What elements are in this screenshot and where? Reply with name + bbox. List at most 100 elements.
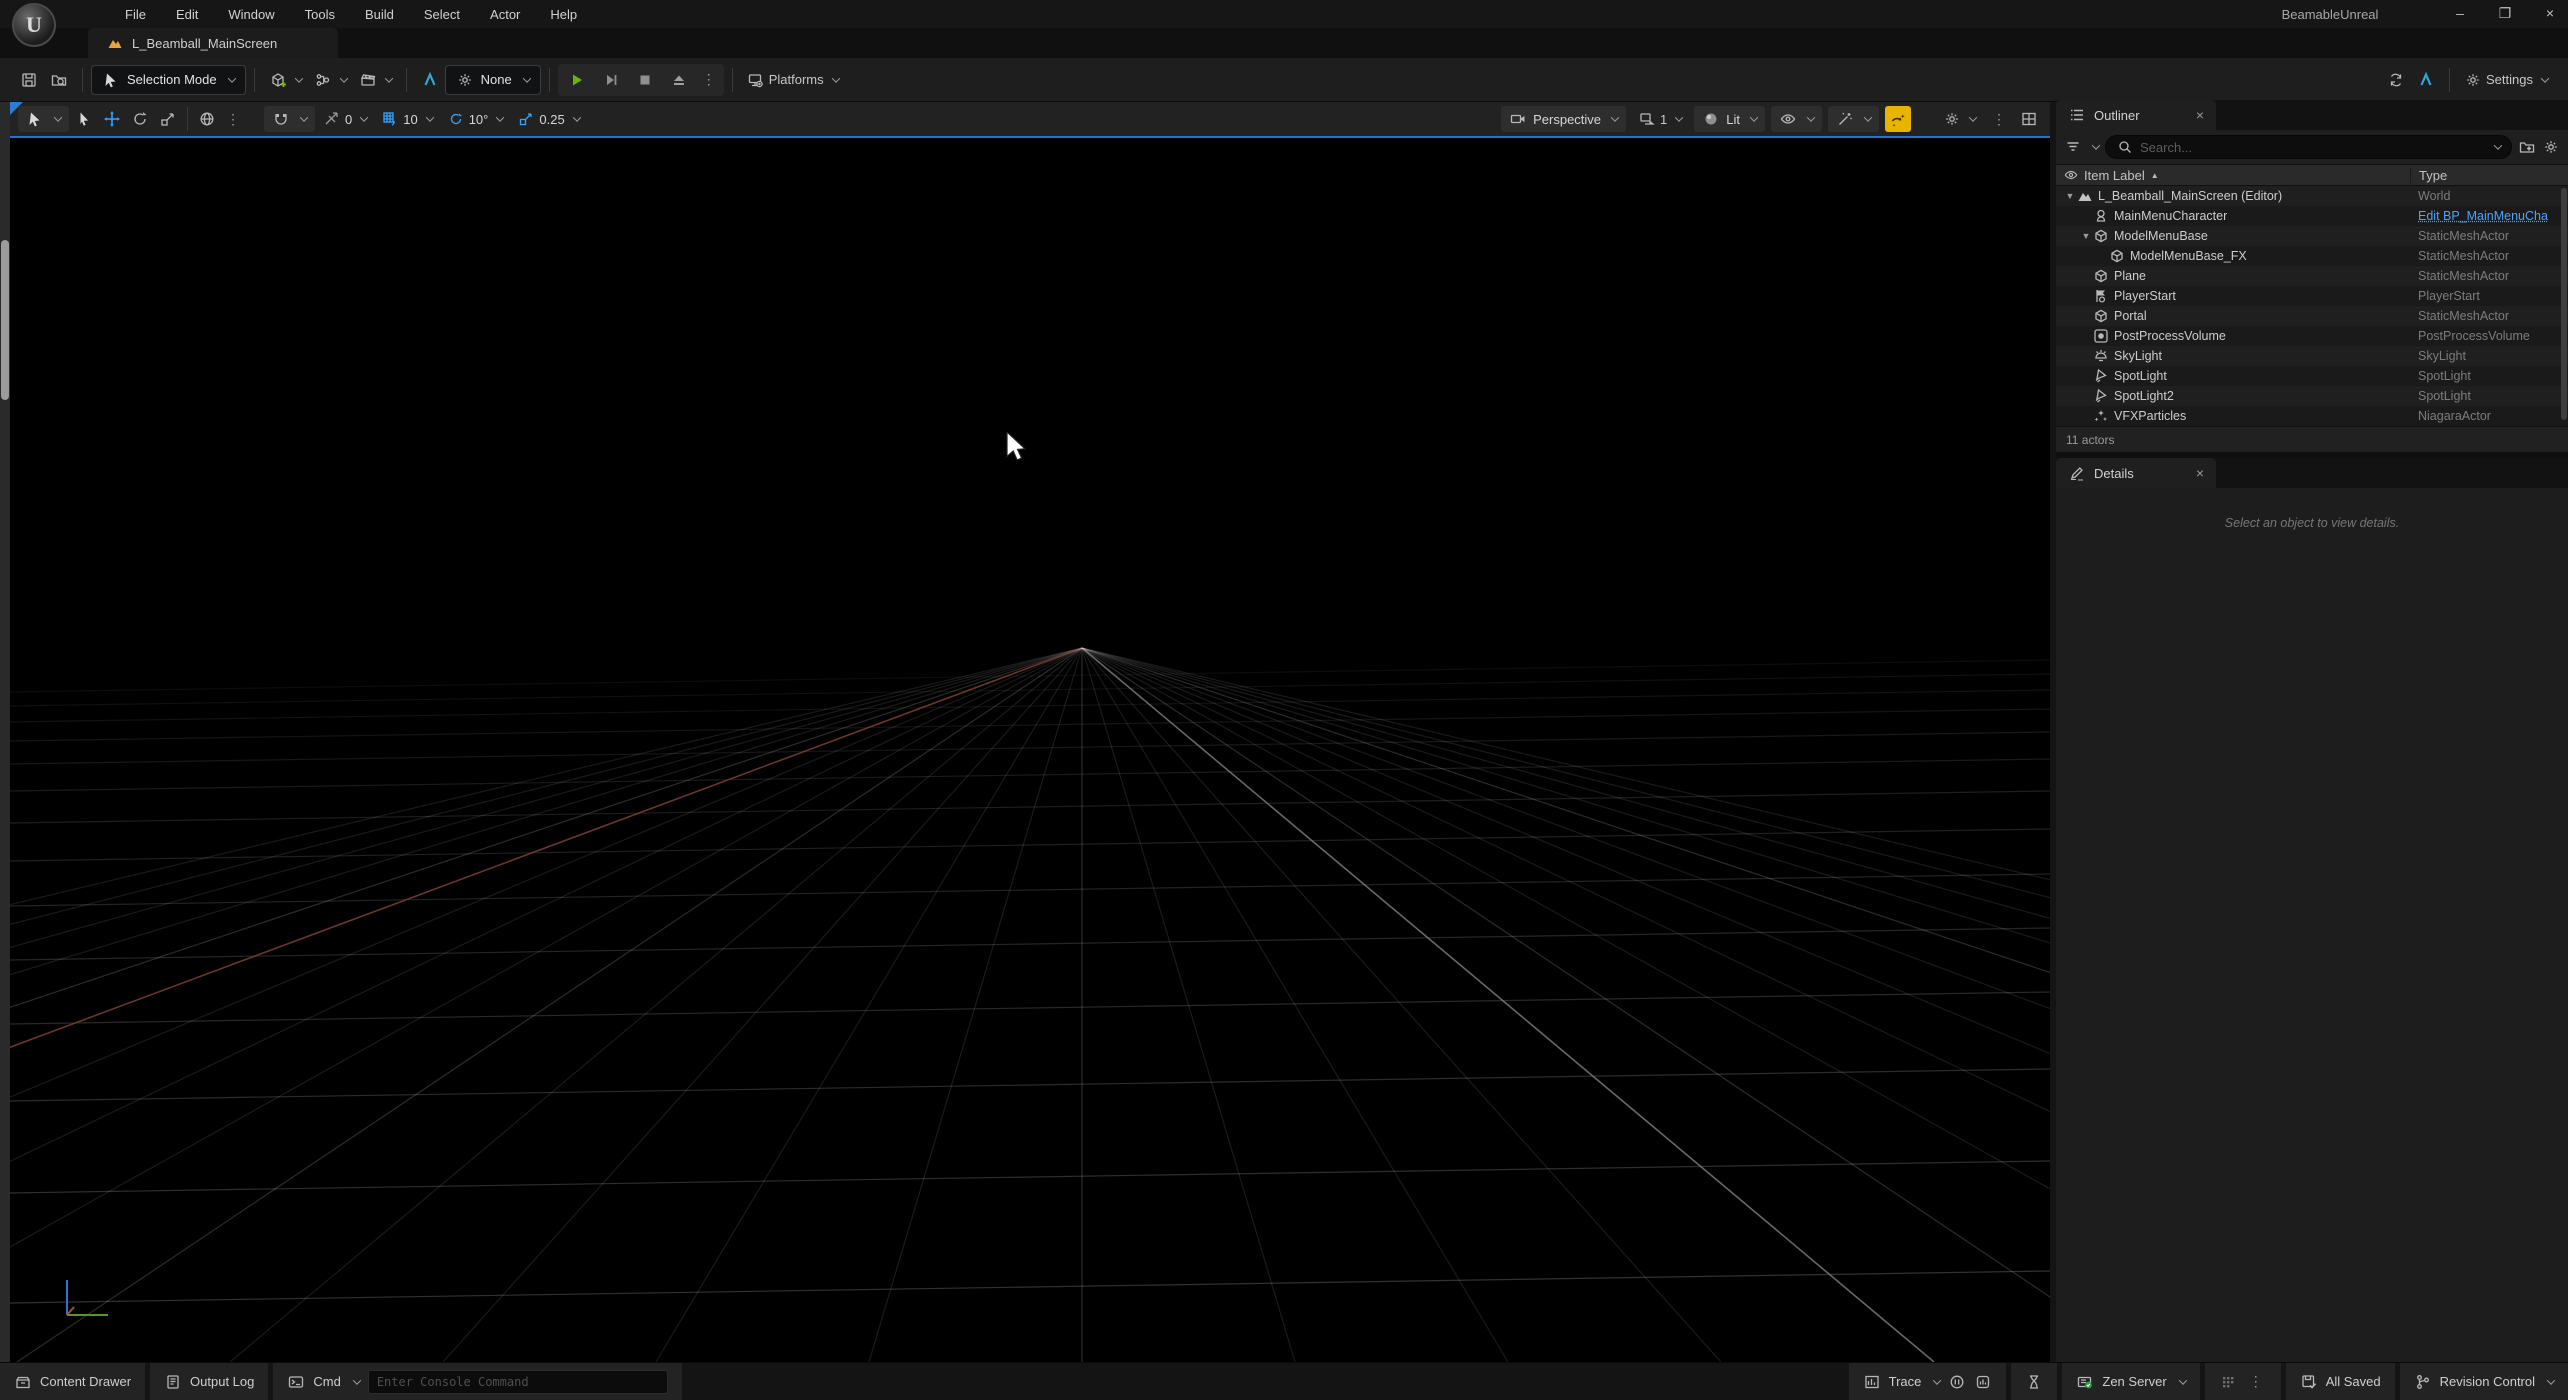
chevron-down-icon[interactable] — [353, 1376, 361, 1384]
close-icon[interactable]: × — [2182, 107, 2204, 123]
move-tool-icon — [103, 110, 121, 128]
content-drawer-button[interactable]: Content Drawer — [0, 1363, 145, 1400]
surface-snap-dropdown[interactable]: 0 — [317, 104, 373, 134]
menu-file[interactable]: File — [112, 0, 159, 28]
menu-actor[interactable]: Actor — [477, 0, 533, 28]
profiler-snapshot-icon[interactable] — [1974, 1373, 1992, 1391]
eject-button[interactable] — [664, 67, 694, 93]
menu-tools[interactable]: Tools — [292, 0, 348, 28]
filter-icon[interactable] — [2064, 138, 2082, 156]
wand-dropdown[interactable] — [1828, 106, 1879, 132]
menu-window[interactable]: Window — [215, 0, 287, 28]
add-actor-button[interactable] — [263, 65, 308, 95]
zen-server-dropdown[interactable]: Zen Server — [2062, 1363, 2199, 1400]
chevron-down-icon[interactable] — [2494, 141, 2502, 149]
tab-details[interactable]: Details × — [2056, 458, 2216, 488]
derived-data-icon[interactable] — [2219, 1373, 2237, 1391]
expander-open-icon[interactable]: ▼ — [2064, 191, 2076, 201]
stop-button[interactable] — [630, 67, 660, 93]
rotation-snap-dropdown[interactable]: 10° — [441, 104, 510, 134]
console-command-input[interactable]: Enter Console Command — [368, 1370, 668, 1394]
actor-type: World — [2418, 189, 2562, 203]
expander-open-icon[interactable]: ▼ — [2080, 231, 2092, 241]
settings-dropdown[interactable]: Settings — [2458, 65, 2554, 95]
restore-button[interactable]: ❐ — [2485, 0, 2525, 26]
selection-mode-dropdown[interactable]: Selection Mode — [91, 65, 246, 95]
select-tool-button[interactable] — [71, 106, 97, 132]
output-log-button[interactable]: Output Log — [150, 1363, 268, 1400]
outliner-row[interactable]: SpotLightSpotLight — [2056, 366, 2568, 386]
transform-options-button[interactable]: ⋮ — [222, 111, 244, 128]
beamable-button[interactable] — [415, 65, 445, 95]
outliner-settings-icon[interactable] — [2542, 138, 2560, 156]
trace-dropdown[interactable]: Trace — [1849, 1363, 2007, 1400]
outliner-row[interactable]: ▼L_Beamball_MainScreen (Editor)World — [2056, 186, 2568, 206]
minimize-button[interactable]: – — [2440, 0, 2480, 26]
cmd-dropdown[interactable]: Cmd — [313, 1374, 340, 1389]
derived-data-options-button[interactable]: ⋮ — [2245, 1373, 2267, 1390]
show-flags-dropdown[interactable] — [1771, 106, 1822, 132]
frame-skip-button[interactable] — [596, 67, 626, 93]
tab-outliner[interactable]: Outliner × — [2056, 100, 2216, 130]
revision-control-dropdown[interactable]: Revision Control — [2400, 1363, 2568, 1400]
outliner-row[interactable]: SpotLight2SpotLight — [2056, 386, 2568, 406]
outliner-row[interactable]: MainMenuCharacterEdit BP_MainMenuCha — [2056, 206, 2568, 226]
blueprints-button[interactable] — [308, 65, 353, 95]
create-folder-icon[interactable] — [2518, 138, 2536, 156]
scale-tool-button[interactable] — [155, 106, 181, 132]
scale-snap-dropdown[interactable]: 0.25 — [511, 104, 585, 134]
sync-button[interactable] — [2381, 65, 2411, 95]
outliner-row[interactable]: ▼ModelMenuBaseStaticMeshActor — [2056, 226, 2568, 246]
content-browser-button[interactable] — [44, 65, 74, 95]
realtime-toggle-button[interactable] — [1885, 106, 1911, 132]
play-options-button[interactable]: ⋮ — [698, 71, 720, 88]
background-tasks-button[interactable] — [2011, 1363, 2057, 1400]
menu-help[interactable]: Help — [537, 0, 590, 28]
outliner-row[interactable]: VFXParticlesNiagaraActor — [2056, 406, 2568, 426]
column-type[interactable]: Type — [2410, 168, 2568, 183]
close-icon[interactable]: × — [2182, 465, 2204, 481]
column-item-label[interactable]: Item Label ▲ — [2056, 166, 2410, 184]
search-input[interactable]: Search... — [2105, 135, 2512, 159]
outliner-row[interactable]: PostProcessVolumePostProcessVolume — [2056, 326, 2568, 346]
cinematics-button[interactable] — [353, 65, 398, 95]
outliner-row[interactable]: PortalStaticMeshActor — [2056, 306, 2568, 326]
viewport-left-scrollbar[interactable] — [0, 102, 10, 1362]
save-status-button[interactable]: All Saved — [2286, 1363, 2395, 1400]
viewport-mode-dropdown[interactable] — [18, 106, 69, 132]
perspective-dropdown[interactable]: Perspective — [1501, 106, 1626, 132]
outliner-scrollbar[interactable] — [2561, 188, 2567, 420]
play-button[interactable] — [562, 67, 592, 93]
menu-build[interactable]: Build — [352, 0, 407, 28]
viewport-options-button[interactable]: ⋮ — [1988, 111, 2010, 128]
grid-snap-dropdown[interactable]: 10 — [375, 104, 438, 134]
platforms-dropdown[interactable]: Platforms — [741, 65, 845, 95]
move-tool-button[interactable] — [99, 106, 125, 132]
snap-rotation-mode-dropdown[interactable] — [264, 106, 315, 132]
beamable-target-dropdown[interactable]: None — [445, 65, 541, 95]
quad-view-button[interactable] — [2016, 106, 2042, 132]
screen-percentage-dropdown[interactable]: 1 — [1632, 104, 1688, 134]
close-button[interactable]: × — [2530, 0, 2568, 26]
actor-type: NiagaraActor — [2418, 409, 2562, 423]
beamable-portal-button[interactable] — [2411, 65, 2441, 95]
edit-blueprint-link[interactable]: Edit BP_MainMenuCha — [2418, 209, 2562, 223]
level-viewport[interactable] — [10, 138, 2050, 1362]
outliner-row[interactable]: PlayerStartPlayerStart — [2056, 286, 2568, 306]
menu-select[interactable]: Select — [411, 0, 473, 28]
scrollbar-handle[interactable] — [1, 240, 9, 400]
outliner-row[interactable]: ModelMenuBase_FXStaticMeshActor — [2056, 246, 2568, 266]
world-coordinate-button[interactable] — [194, 106, 220, 132]
snap-rotation-icon — [272, 110, 290, 128]
outliner-row[interactable]: PlaneStaticMeshActor — [2056, 266, 2568, 286]
outliner-row[interactable]: SkyLightSkyLight — [2056, 346, 2568, 366]
profiler-record-icon[interactable] — [1948, 1373, 1966, 1391]
viewport-settings-dropdown[interactable] — [1937, 104, 1982, 134]
view-mode-dropdown[interactable]: Lit — [1694, 106, 1765, 132]
save-button[interactable] — [14, 65, 44, 95]
unreal-engine-logo[interactable]: U — [12, 3, 56, 47]
menu-edit[interactable]: Edit — [163, 0, 211, 28]
chevron-down-icon[interactable] — [2092, 141, 2100, 149]
level-tab[interactable]: L_Beamball_MainScreen — [88, 28, 338, 58]
rotate-tool-button[interactable] — [127, 106, 153, 132]
